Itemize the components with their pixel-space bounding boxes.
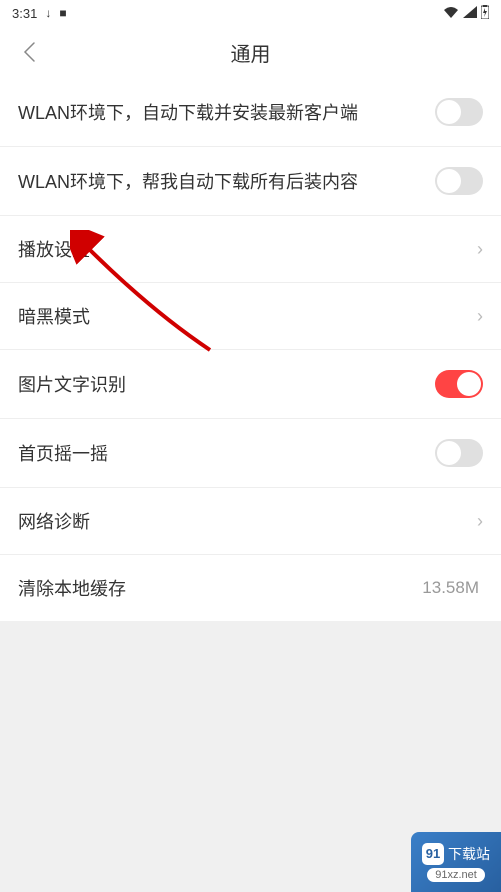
setting-label: 清除本地缓存 xyxy=(18,575,422,601)
chevron-right-icon: › xyxy=(477,511,483,532)
watermark-url: 91xz.net xyxy=(427,868,485,882)
setting-dark_mode[interactable]: 暗黑模式› xyxy=(0,283,501,350)
toggle-image_text_recognition[interactable] xyxy=(435,370,483,398)
setting-playback_settings[interactable]: 播放设置› xyxy=(0,216,501,283)
status-left: 3:31 ↓ ■ xyxy=(12,6,67,21)
setting-shake_homepage[interactable]: 首页摇一摇 xyxy=(0,419,501,488)
setting-wlan_auto_update[interactable]: WLAN环境下，自动下载并安装最新客户端 xyxy=(0,78,501,147)
toggle-knob xyxy=(437,169,461,193)
setting-label: WLAN环境下，自动下载并安装最新客户端 xyxy=(18,99,435,125)
header: 通用 xyxy=(0,26,501,78)
chevron-right-icon: › xyxy=(477,239,483,260)
toggle-wlan_auto_update[interactable] xyxy=(435,98,483,126)
status-bar: 3:31 ↓ ■ xyxy=(0,0,501,26)
setting-clear_cache[interactable]: 清除本地缓存13.58M xyxy=(0,555,501,621)
setting-label: 图片文字识别 xyxy=(18,371,435,397)
toggle-shake_homepage[interactable] xyxy=(435,439,483,467)
toggle-knob xyxy=(437,441,461,465)
setting-label: 播放设置 xyxy=(18,236,477,262)
setting-image_text_recognition[interactable]: 图片文字识别 xyxy=(0,350,501,419)
setting-value: 13.58M xyxy=(422,578,479,598)
back-button[interactable] xyxy=(14,37,44,67)
battery-icon xyxy=(481,5,489,22)
toggle-wlan_auto_download[interactable] xyxy=(435,167,483,195)
setting-wlan_auto_download[interactable]: WLAN环境下，帮我自动下载所有后装内容 xyxy=(0,147,501,216)
watermark: 91 下载站 91xz.net xyxy=(411,832,501,892)
toggle-knob xyxy=(457,372,481,396)
settings-list: WLAN环境下，自动下载并安装最新客户端 WLAN环境下，帮我自动下载所有后装内容… xyxy=(0,78,501,621)
signal-icon xyxy=(463,6,477,21)
download-icon: ↓ xyxy=(45,6,51,20)
chevron-left-icon xyxy=(22,41,36,63)
setting-network_diagnosis[interactable]: 网络诊断› xyxy=(0,488,501,555)
chevron-right-icon: › xyxy=(477,306,483,327)
setting-label: 网络诊断 xyxy=(18,508,477,534)
wifi-icon xyxy=(443,6,459,21)
setting-label: 首页摇一摇 xyxy=(18,440,435,466)
status-right xyxy=(443,5,489,22)
setting-label: WLAN环境下，帮我自动下载所有后装内容 xyxy=(18,168,435,194)
toggle-knob xyxy=(437,100,461,124)
status-time: 3:31 xyxy=(12,6,37,21)
watermark-text: 下载站 xyxy=(448,844,490,864)
page-title: 通用 xyxy=(0,38,501,67)
setting-label: 暗黑模式 xyxy=(18,303,477,329)
watermark-logo: 91 下载站 xyxy=(422,843,490,865)
watermark-badge: 91 xyxy=(422,843,444,865)
app-indicator-icon: ■ xyxy=(59,6,66,20)
